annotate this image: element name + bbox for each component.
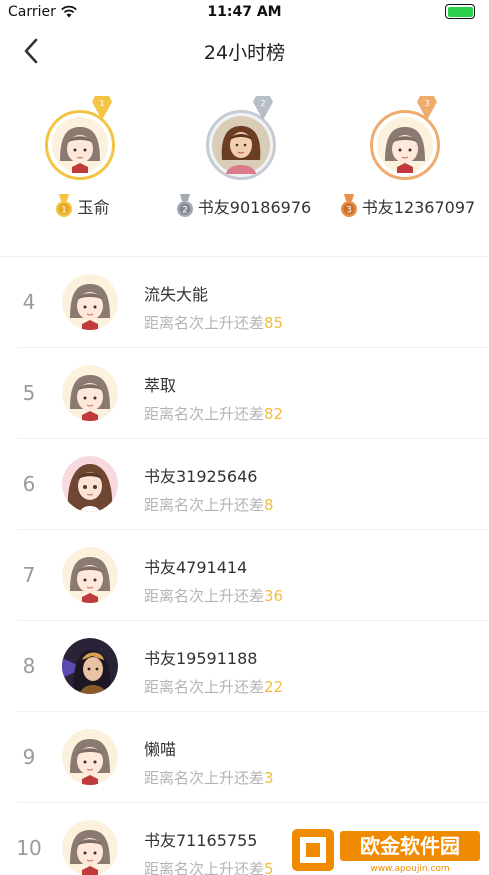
bronze-medal-icon: 3: [340, 194, 357, 217]
user-name: 书友4791414: [144, 558, 248, 577]
gap-label: 距离名次上升还差: [144, 405, 265, 423]
rank-1-ribbon-icon: 1: [92, 96, 112, 120]
gap-value: 85: [264, 314, 284, 332]
chibi-girl-avatar-icon: [62, 729, 118, 785]
rank-number: 6: [22, 472, 36, 496]
status-bar: Carrier 11:47 AM: [0, 0, 489, 24]
chibi-girl-avatar-icon: [62, 547, 118, 603]
user-name: 萃取: [144, 376, 177, 395]
chibi-girl-avatar-icon: [52, 117, 108, 173]
gap-value: 3: [264, 769, 274, 787]
rank-number: 8: [22, 654, 36, 678]
svg-text:3: 3: [424, 99, 429, 108]
chibi-girl-avatar-icon: [377, 117, 433, 173]
page-title: 24小时榜: [203, 42, 286, 64]
gap-line: 距离名次上升还差36: [144, 585, 283, 606]
anime-girl-avatar-icon: [62, 456, 118, 512]
status-time: 11:47 AM: [207, 4, 282, 20]
gap-value: 36: [264, 587, 284, 605]
list-item[interactable]: 5 萃取 距离名次上升还差82: [0, 348, 489, 439]
podium-item-rank-2[interactable]: 2 2 书友90186976: [163, 90, 323, 218]
rank-number: 10: [16, 836, 42, 860]
svg-text:欧金软件园: 欧金软件园: [360, 834, 460, 858]
user-name: 懒喵: [144, 740, 177, 759]
gap-line: 距离名次上升还差82: [144, 403, 283, 424]
gap-value: 8: [264, 496, 274, 514]
painted-girl-avatar-icon: [212, 116, 270, 174]
list-item[interactable]: 4 流失大能 距离名次上升还差85: [0, 257, 489, 348]
gap-value: 5: [264, 860, 274, 875]
gap-line: 距离名次上升还差22: [144, 676, 283, 697]
svg-text:1: 1: [62, 205, 68, 215]
list-item[interactable]: 9 懒喵 距离名次上升还差3: [0, 712, 489, 803]
user-name: 书友31925646: [144, 467, 258, 486]
svg-text:2: 2: [182, 205, 188, 215]
user-name: 书友19591188: [144, 649, 258, 668]
rank-number: 5: [22, 381, 36, 405]
watermark-logo: 欧金软件园 www.apoujin.com: [290, 825, 489, 875]
rank-3-ribbon-icon: 3: [417, 96, 437, 120]
gap-label: 距离名次上升还差: [144, 496, 265, 514]
chibi-girl-avatar-icon: [62, 820, 118, 875]
ranking-list: 4 流失大能 距离名次上升还差85 5 萃取 距离名次上升还差82 6 书友31…: [0, 257, 489, 875]
gap-line: 距离名次上升还差85: [144, 312, 283, 333]
avatar: [206, 110, 276, 180]
chibi-girl-avatar-icon: [62, 365, 118, 421]
battery-icon: [445, 4, 475, 19]
list-item[interactable]: 7 书友4791414 距离名次上升还差36: [0, 530, 489, 621]
rank-number: 4: [22, 290, 36, 314]
gap-line: 距离名次上升还差8: [144, 494, 274, 515]
avatar: [45, 110, 115, 180]
gap-line: 距离名次上升还差5: [144, 858, 274, 875]
rank-number: 7: [22, 563, 36, 587]
gap-label: 距离名次上升还差: [144, 587, 265, 605]
svg-text:2: 2: [260, 99, 265, 108]
podium-name: 玉俞: [77, 198, 110, 217]
gap-label: 距离名次上升还差: [144, 769, 265, 787]
podium: 1 1 玉俞 2 2 书友90186976 3 3 书友12367097: [0, 90, 489, 256]
list-item[interactable]: 6 书友31925646 距离名次上升还差8: [0, 439, 489, 530]
rank-2-ribbon-icon: 2: [253, 96, 273, 120]
gap-value: 82: [264, 405, 284, 423]
gap-label: 距离名次上升还差: [144, 314, 265, 332]
user-name: 书友71165755: [144, 831, 258, 850]
chibi-girl-avatar-icon: [62, 274, 118, 330]
svg-text:3: 3: [346, 205, 352, 215]
avatar: [370, 110, 440, 180]
podium-item-rank-3[interactable]: 3 3 书友12367097: [327, 90, 487, 218]
gap-value: 22: [264, 678, 284, 696]
gap-label: 距离名次上升还差: [144, 860, 265, 875]
gold-medal-icon: 1: [56, 194, 73, 217]
silver-medal-icon: 2: [176, 194, 193, 217]
podium-name: 书友12367097: [361, 198, 476, 217]
gap-line: 距离名次上升还差3: [144, 767, 274, 788]
svg-text:www.apoujin.com: www.apoujin.com: [370, 864, 449, 874]
list-item[interactable]: 8 书友19591188 距离名次上升还差22: [0, 621, 489, 712]
podium-item-rank-1[interactable]: 1 1 玉俞: [2, 90, 162, 218]
rank-number: 9: [22, 745, 36, 769]
gap-label: 距离名次上升还差: [144, 678, 265, 696]
user-name: 流失大能: [144, 285, 209, 304]
podium-name: 书友90186976: [197, 198, 312, 217]
dark-warrior-avatar-icon: [62, 638, 118, 694]
svg-text:1: 1: [99, 99, 104, 108]
